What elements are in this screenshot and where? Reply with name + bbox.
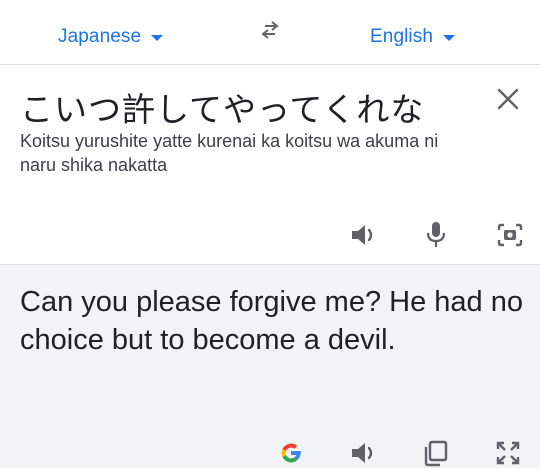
listen-translation-button[interactable] <box>344 435 384 468</box>
google-logo-icon <box>281 443 301 463</box>
source-language-label: Japanese <box>58 26 142 47</box>
swap-arrows-icon <box>261 21 279 39</box>
translation-text: Can you please forgive me? He had no cho… <box>20 286 523 356</box>
source-panel: こいつ許してやってくれな Koitsu yurushite yatte kure… <box>0 64 540 265</box>
clear-text-button[interactable] <box>494 85 522 113</box>
language-bar: Japanese English <box>0 0 540 64</box>
source-language-button[interactable]: Japanese <box>58 22 164 52</box>
translation-panel: Can you please forgive me? He had no cho… <box>0 265 540 468</box>
chevron-down-icon <box>443 35 456 41</box>
listen-source-button[interactable] <box>344 217 384 253</box>
chevron-down-icon <box>151 35 164 41</box>
target-language-label: English <box>370 26 434 47</box>
microphone-icon <box>426 222 446 247</box>
voice-input-button[interactable] <box>416 217 456 253</box>
camera-translate-button[interactable] <box>490 217 530 253</box>
camera-icon <box>497 223 523 247</box>
target-language-button[interactable]: English <box>370 22 456 52</box>
close-icon <box>497 88 519 110</box>
swap-languages-button[interactable] <box>253 20 287 50</box>
speaker-icon <box>352 225 373 245</box>
expand-icon <box>496 441 520 465</box>
copy-translation-button[interactable] <box>416 435 456 468</box>
copy-icon <box>424 440 448 467</box>
speaker-icon <box>352 443 373 463</box>
fullscreen-button[interactable] <box>488 435 528 468</box>
romanization-text: Koitsu yurushite yatte kurenai ka koitsu… <box>20 131 439 175</box>
google-search-button[interactable] <box>271 435 311 468</box>
source-text-input[interactable]: こいつ許してやってくれな <box>20 83 424 131</box>
